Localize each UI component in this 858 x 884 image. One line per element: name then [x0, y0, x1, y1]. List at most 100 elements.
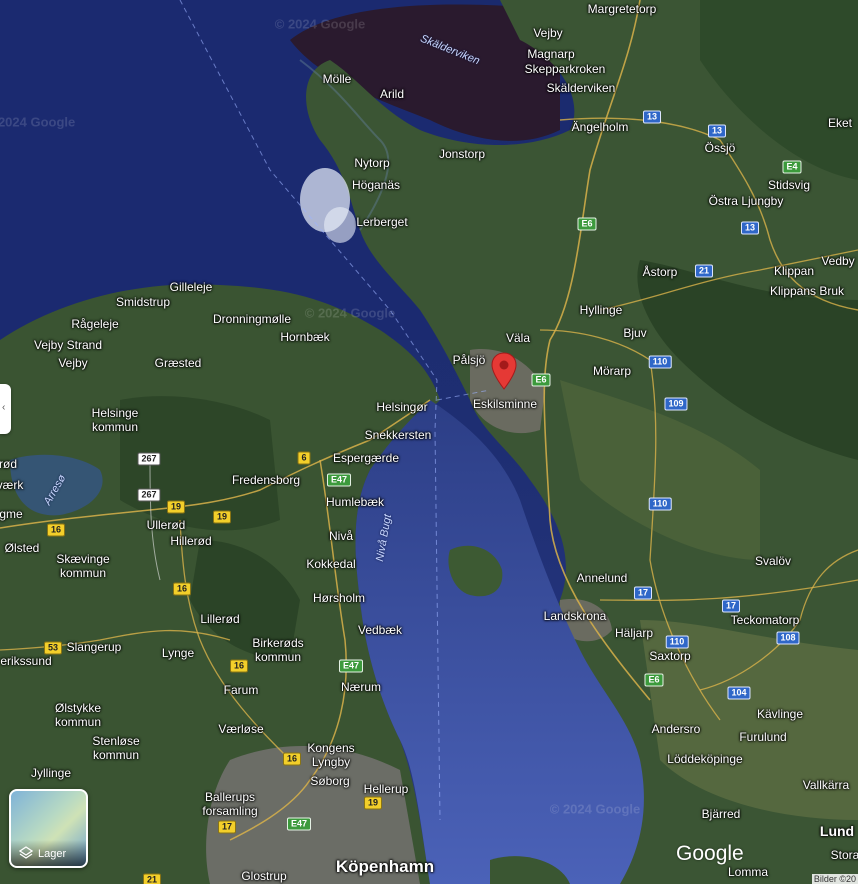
route-shield: 16 [229, 659, 249, 673]
place-label: Margretetorp [587, 2, 657, 16]
place-label: Glostrup [241, 869, 287, 883]
place-label: Fredensborg [231, 473, 301, 487]
place-label: Väla [505, 331, 531, 345]
place-label: Vejby Strand [33, 338, 103, 352]
place-label: Dronningmølle [212, 312, 292, 326]
place-label: Svalöv [754, 554, 792, 568]
place-label: Lomma [727, 865, 769, 879]
place-label: Teckomatorp [730, 613, 800, 627]
place-label: Ballerups forsamling [202, 790, 258, 818]
route-shield: 267 [137, 488, 161, 502]
copyright-watermark: © 2024 Google [0, 114, 76, 130]
route-shield: 53 [43, 641, 63, 655]
route-shield: 104 [727, 686, 751, 700]
imagery-attribution[interactable]: Bilder ©20 [811, 874, 858, 884]
place-label: Espergærde [332, 451, 400, 465]
route-shield: 108 [776, 631, 800, 645]
route-shield: 110 [665, 635, 689, 649]
place-label: Lerberget [356, 215, 408, 229]
place-label: Helsinge kommun [91, 406, 139, 434]
route-shield: 16 [46, 523, 66, 537]
place-label: Kokkedal [306, 557, 356, 571]
route-shield: 21 [694, 264, 714, 278]
place-label: Mörarp [592, 364, 632, 378]
route-shield: 17 [217, 820, 237, 834]
place-label: Klippans Bruk [769, 284, 845, 298]
place-label: gme [0, 507, 23, 521]
place-label: Jyllinge [30, 766, 72, 780]
place-label: Andersro [651, 722, 701, 736]
place-label: Nytorp [354, 156, 390, 170]
place-label: Vedbæk [357, 623, 403, 637]
place-label: Skævinge kommun [56, 552, 110, 580]
place-label: Kävlinge [756, 707, 804, 721]
route-shield: 267 [137, 452, 161, 466]
route-shield: 17 [721, 599, 741, 613]
place-label: Hellerup [363, 782, 409, 796]
place-label: Helsingør [376, 400, 428, 414]
place-label: Rågeleje [71, 317, 119, 331]
route-shield: 13 [740, 221, 760, 235]
place-label: Humlebæk [325, 495, 385, 509]
place-label-capital: Köpenhamn [335, 857, 435, 876]
place-label: Östra Ljungby [708, 194, 784, 208]
route-shield: E4 [782, 160, 802, 174]
place-label: Nivå [328, 529, 354, 543]
place-label: Eskilsminne [472, 397, 538, 411]
place-label: Eket [827, 116, 853, 130]
route-shield: 6 [297, 451, 311, 465]
place-label: Farum [223, 683, 259, 697]
route-shield: E6 [577, 217, 597, 231]
place-label: Landskrona [543, 609, 607, 623]
place-label: Nærum [340, 680, 382, 694]
route-shield: 110 [648, 497, 672, 511]
route-shield: E6 [644, 673, 664, 687]
place-label: Hillerød [170, 534, 212, 548]
place-label: Ølstykke kommun [54, 701, 102, 729]
place-label: Gilleleje [169, 280, 213, 294]
place-label: Vejby [58, 356, 88, 370]
route-shield: 13 [642, 110, 662, 124]
place-label: Vejby [533, 26, 563, 40]
place-label: Vallkärra [802, 778, 850, 792]
place-label: Arild [379, 87, 405, 101]
place-label: Vedby [821, 254, 855, 268]
place-label: Mölle [322, 72, 352, 86]
place-label: Löddeköpinge [667, 752, 743, 766]
place-label: Lillerød [200, 612, 240, 626]
place-label: Snekkersten [364, 428, 432, 442]
place-label: Annelund [576, 571, 628, 585]
map-pin-icon[interactable] [491, 352, 517, 390]
side-panel-toggle[interactable]: ‹ [0, 384, 11, 434]
place-label: Smidstrup [115, 295, 171, 309]
place-label: Klippan [773, 264, 815, 278]
place-label: Furulund [739, 730, 787, 744]
place-label: Hornbæk [280, 330, 330, 344]
route-shield: 19 [363, 796, 383, 810]
place-label: Lynge [161, 646, 195, 660]
place-label: Ullerød [146, 518, 186, 532]
place-label: Bjärred [701, 807, 741, 821]
place-label: Saxtorp [649, 649, 691, 663]
route-shield: 19 [166, 500, 186, 514]
place-label: Stenløse kommun [92, 734, 140, 762]
place-label: Birkerøds kommun [252, 636, 304, 664]
place-label: Stidsvig [767, 178, 811, 192]
layers-button[interactable]: Lager [9, 789, 88, 868]
place-label: Bjuv [623, 326, 647, 340]
place-label: Værløse [218, 722, 264, 736]
place-label: Pålsjö [452, 353, 486, 367]
place-label: Stora [830, 848, 858, 862]
place-label: Søborg [310, 774, 350, 788]
route-shield: E47 [338, 659, 364, 673]
place-label: Ängelholm [571, 120, 629, 134]
place-label: Hyllinge [579, 303, 623, 317]
google-logo: Google [676, 842, 744, 865]
satellite-map[interactable]: © 2024 Google © 2024 Google © 2024 Googl… [0, 0, 858, 884]
place-label: værk [0, 478, 24, 492]
route-shield: 16 [172, 582, 192, 596]
place-label: Åstorp [642, 265, 678, 279]
route-shield: 110 [648, 355, 672, 369]
place-label: Häljarp [614, 626, 654, 640]
place-label: Jonstorp [438, 147, 486, 161]
